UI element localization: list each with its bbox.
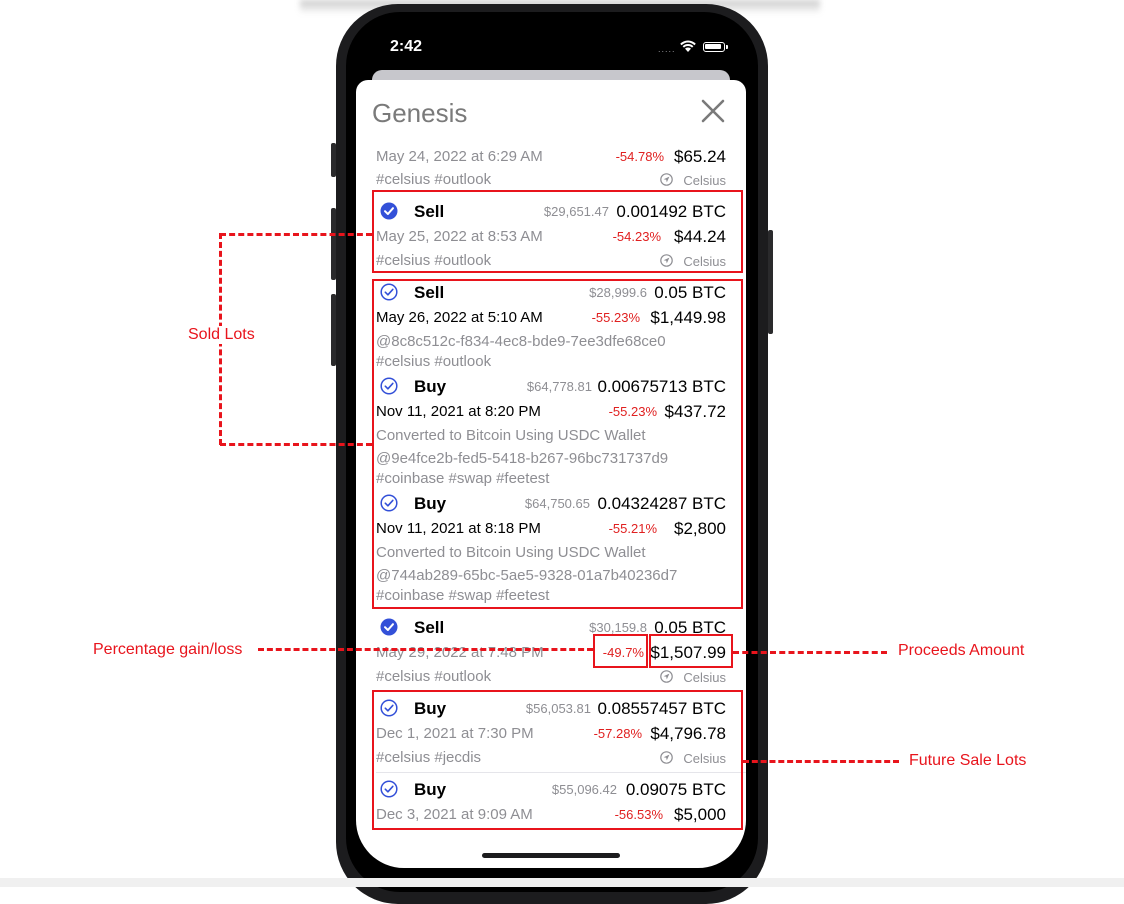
transaction-type: Sell bbox=[414, 618, 445, 637]
volume-up-button bbox=[331, 208, 336, 280]
volume-down-button bbox=[331, 294, 336, 366]
power-button bbox=[768, 230, 773, 334]
future-sale-label: Future Sale Lots bbox=[909, 752, 1027, 769]
sold-lots-connector bbox=[220, 233, 372, 236]
checkmark-circle-filled-icon[interactable] bbox=[380, 618, 398, 636]
percentage-connector bbox=[258, 648, 593, 651]
wallet-location-icon bbox=[660, 670, 673, 683]
proceeds-highlight-box bbox=[649, 634, 733, 668]
transaction-date: May 24, 2022 at 6:29 AM bbox=[376, 148, 543, 165]
close-icon[interactable] bbox=[698, 96, 728, 126]
proceeds-amount: $65.24 bbox=[674, 147, 726, 166]
transaction-tags: #celsius #outlook bbox=[376, 171, 492, 188]
future-sale-connector bbox=[743, 760, 899, 763]
future-sale-highlight-box bbox=[372, 690, 743, 830]
proceeds-label: Proceeds Amount bbox=[898, 642, 1025, 659]
sold-lot-highlight-box bbox=[372, 279, 743, 609]
proceeds-connector bbox=[733, 651, 887, 654]
wallet-location-icon bbox=[660, 173, 673, 186]
sheet-title: Genesis bbox=[372, 98, 468, 128]
sold-lots-label: Sold Lots bbox=[186, 326, 257, 344]
wifi-icon bbox=[680, 40, 696, 52]
wallet-name: Celsius bbox=[683, 670, 726, 685]
status-time: 2:42 bbox=[390, 38, 423, 55]
home-indicator[interactable] bbox=[482, 853, 620, 858]
sold-lots-connector bbox=[220, 443, 372, 446]
wallet-name: Celsius bbox=[683, 173, 726, 188]
page-bottom-strip bbox=[0, 878, 1124, 887]
battery-icon bbox=[703, 42, 728, 52]
btc-rate: $30,159.8 bbox=[589, 620, 647, 635]
mute-switch bbox=[331, 143, 336, 177]
transaction-tags: #celsius #outlook bbox=[376, 668, 492, 685]
sold-lot-highlight-box bbox=[372, 190, 743, 273]
percentage-highlight-box bbox=[593, 634, 648, 668]
percentage-label: Percentage gain/loss bbox=[93, 641, 243, 658]
cellular-signal-icon: ..... bbox=[658, 44, 676, 54]
percent-change: -54.78% bbox=[615, 149, 664, 164]
